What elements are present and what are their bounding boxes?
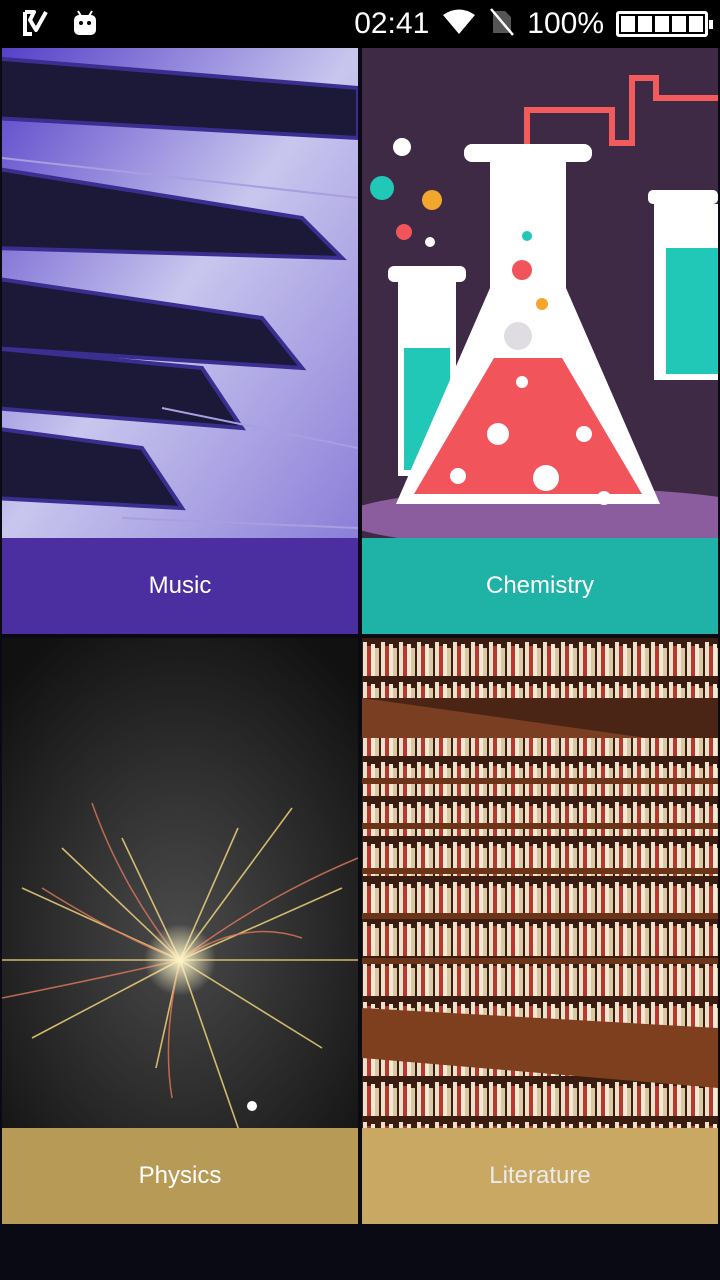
tile-music[interactable]: Music — [2, 48, 358, 634]
chemistry-flasks-image — [362, 48, 718, 538]
battery-icon — [616, 11, 713, 37]
library-bookshelves-image — [362, 638, 718, 1128]
tile-physics-label: Physics — [138, 1162, 222, 1189]
tile-chemistry-label: Chemistry — [485, 572, 594, 599]
piano-keys-image — [2, 48, 358, 538]
tile-literature[interactable]: Literature — [362, 638, 718, 1224]
tile-chemistry-label-band: Chemistry — [362, 538, 718, 634]
android-icon — [72, 9, 98, 41]
no-sim-icon — [489, 7, 515, 41]
tile-music-label-band: Music — [2, 538, 358, 634]
tile-chemistry[interactable]: Chemistry — [362, 48, 718, 634]
tile-physics[interactable]: Physics — [2, 638, 358, 1224]
tile-literature-label: Literature — [489, 1162, 591, 1189]
tile-physics-label-band: Physics — [2, 1128, 358, 1224]
wifi-icon — [441, 8, 477, 40]
battery-percent: 100% — [527, 7, 604, 40]
status-bar: 02:41 100% — [0, 0, 720, 48]
tile-literature-label-band: Literature — [362, 1128, 718, 1224]
subject-grid: Music Chemistry Physics Literature — [0, 48, 720, 1280]
particle-collision-image — [2, 638, 358, 1128]
tile-music-label: Music — [148, 572, 212, 599]
check-app-icon — [22, 8, 50, 42]
clock: 02:41 — [354, 7, 430, 40]
